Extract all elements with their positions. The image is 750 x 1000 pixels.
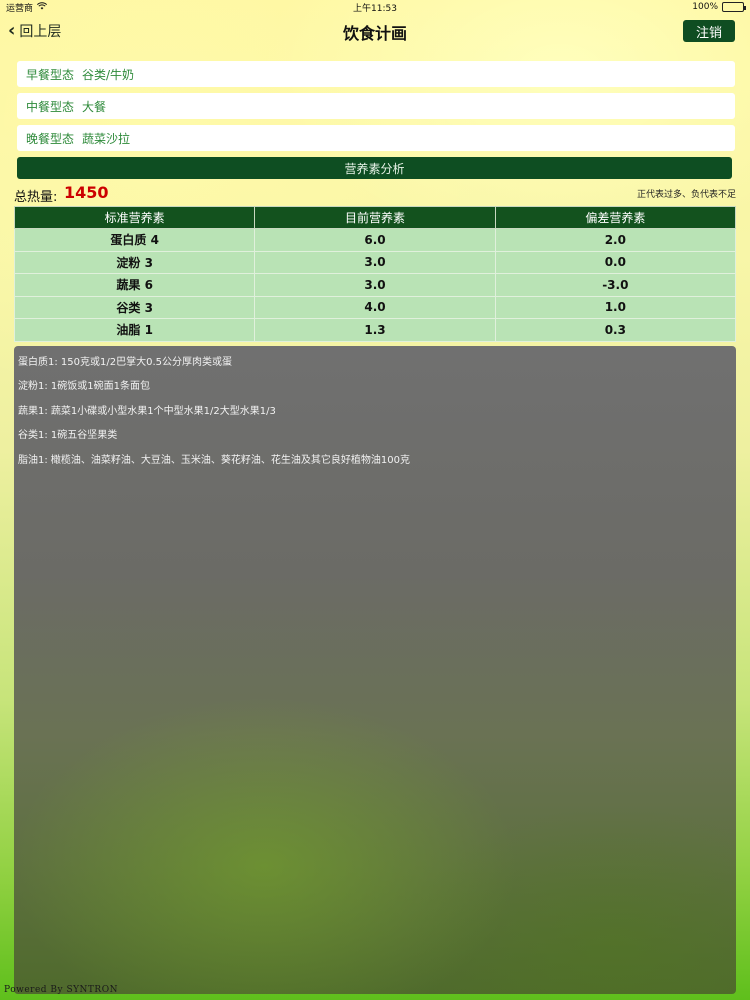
table-row: 蔬果 6 3.0 -3.0 (13, 273, 737, 297)
info-line-produce: 蔬果1: 蔬菜1小碟或小型水果1个中型水果1/2大型水果1/3 (18, 406, 276, 417)
breakfast-value: 谷类/牛奶 (82, 67, 135, 82)
table-cell: 2.0 (494, 228, 737, 252)
dinner-field[interactable]: 晚餐型态 蔬菜沙拉 (17, 125, 735, 151)
dinner-label: 晚餐型态 (26, 131, 75, 146)
table-cell: 1.0 (494, 295, 737, 319)
table-cell: -3.0 (494, 273, 737, 297)
powered-by-logo: Powered By SYNTRON (4, 985, 118, 995)
table-cell: 4.0 (254, 295, 496, 319)
breakfast-label: 早餐型态 (26, 67, 75, 82)
portion-info-panel[interactable]: 蛋白质1: 150克或1/2巴掌大0.5公分厚肉类或蛋 淀粉1: 1碗饭或1碗面… (14, 346, 736, 994)
column-header-current: 目前营养素 (254, 206, 496, 229)
wifi-icon (36, 1, 48, 13)
page-title: 饮食计画 (342, 24, 407, 43)
logout-button[interactable]: 注销 (683, 20, 735, 42)
breakfast-field[interactable]: 早餐型态 谷类/牛奶 (17, 61, 735, 87)
lunch-field[interactable]: 中餐型态 大餐 (17, 93, 735, 119)
table-row: 谷类 3 4.0 1.0 (13, 295, 737, 319)
table-cell: 3.0 (254, 273, 496, 297)
nutrient-table: 标准营养素 目前营养素 偏差营养素 蛋白质 4 6.0 2.0 淀粉 3 3.0… (13, 206, 737, 342)
column-header-standard: 标准营养素 (13, 206, 256, 229)
table-cell: 淀粉 3 (13, 250, 256, 274)
info-line-oils: 脂油1: 橄榄油、油菜籽油、大豆油、玉米油、葵花籽油、花生油及其它良好植物油10… (18, 455, 410, 466)
lunch-value: 大餐 (82, 99, 107, 114)
table-cell: 3.0 (254, 250, 496, 274)
nutrient-analysis-button[interactable]: 营养素分析 (17, 157, 732, 179)
table-row: 淀粉 3 3.0 0.0 (13, 250, 737, 274)
battery-percent: 100% (692, 2, 718, 12)
table-cell: 油脂 1 (13, 318, 256, 342)
table-cell: 谷类 3 (13, 295, 256, 319)
status-time: 上午11:53 (353, 3, 397, 14)
table-row: 蛋白质 4 6.0 2.0 (13, 228, 737, 252)
table-cell: 6.0 (254, 228, 496, 252)
calorie-row: 总热量: 1450 正代表过多、负代表不足 (14, 183, 736, 205)
total-calories-label: 总热量: (14, 190, 58, 205)
deviation-legend-note: 正代表过多、负代表不足 (636, 190, 736, 200)
lunch-label: 中餐型态 (26, 99, 75, 114)
dinner-value: 蔬菜沙拉 (82, 131, 131, 146)
carrier-label: 运营商 (6, 3, 34, 14)
table-cell: 0.3 (494, 318, 737, 342)
total-calories-value: 1450 (64, 183, 109, 202)
table-cell: 1.3 (254, 318, 496, 342)
table-cell: 蔬果 6 (13, 273, 256, 297)
info-line-grains: 谷类1: 1碗五谷坚果类 (18, 430, 118, 441)
table-cell: 蛋白质 4 (13, 228, 256, 252)
status-bar: 运营商 上午11:53 100% (0, 0, 750, 14)
info-line-starch: 淀粉1: 1碗饭或1碗面1条面包 (18, 381, 150, 392)
table-cell: 0.0 (494, 250, 737, 274)
info-line-protein: 蛋白质1: 150克或1/2巴掌大0.5公分厚肉类或蛋 (18, 357, 232, 368)
navigation-bar: ‹ 回上层 饮食计画 注销 (0, 14, 750, 50)
column-header-deviation: 偏差营养素 (494, 206, 737, 229)
table-row: 油脂 1 1.3 0.3 (13, 318, 737, 342)
table-header-row: 标准营养素 目前营养素 偏差营养素 (13, 206, 737, 229)
battery-icon (722, 2, 746, 12)
